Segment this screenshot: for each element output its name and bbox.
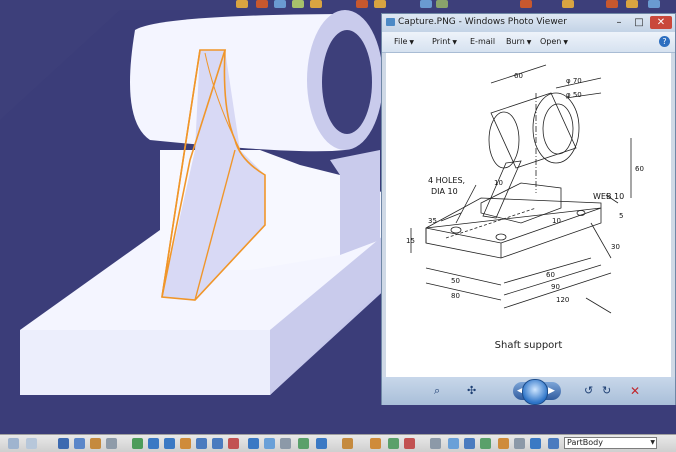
- top-toolbar-strip: [0, 0, 676, 10]
- chevron-down-icon: ▼: [526, 39, 532, 46]
- toolbar-icon[interactable]: [548, 438, 559, 449]
- toolbar-icon[interactable]: [256, 0, 268, 8]
- toolbar-icon[interactable]: [388, 438, 399, 449]
- viewer-title: Capture.PNG - Windows Photo Viewer: [398, 17, 567, 27]
- dimension-label: φ 50: [566, 91, 582, 99]
- toolbar-icon[interactable]: [420, 0, 432, 8]
- viewer-menubar: File ▼ Print ▼ E-mail Burn ▼ Open ▼ ?: [382, 32, 675, 53]
- toolbar-icon[interactable]: [196, 438, 207, 449]
- chevron-down-icon: ▼: [452, 39, 458, 46]
- toolbar-icon[interactable]: [180, 438, 191, 449]
- toolbar-icon[interactable]: [514, 438, 525, 449]
- bottom-toolbar: PartBody ▼: [0, 434, 676, 452]
- toolbar-icon[interactable]: [356, 0, 368, 8]
- toolbar-icon[interactable]: [480, 438, 491, 449]
- menu-email[interactable]: E-mail: [470, 37, 495, 46]
- rotate-cw-icon[interactable]: ↻: [602, 385, 611, 397]
- toolbar-icon[interactable]: [648, 0, 660, 8]
- toolbar-icon[interactable]: [520, 0, 532, 8]
- toolbar-icon[interactable]: [248, 438, 259, 449]
- toolbar-icon[interactable]: [264, 438, 275, 449]
- dimension-label: φ 70: [566, 77, 582, 85]
- chevron-down-icon: ▼: [650, 439, 655, 446]
- toolbar-icon[interactable]: [342, 438, 353, 449]
- toolbar-icon[interactable]: [374, 0, 386, 8]
- toolbar-icon[interactable]: [626, 0, 638, 8]
- technical-drawing: 60 φ 70 φ 50 60 10 10 5 35 15 30 50 80 6…: [406, 64, 644, 314]
- part-body-select[interactable]: PartBody ▼: [564, 437, 657, 449]
- dimension-label: 10: [552, 217, 561, 225]
- actual-size-icon[interactable]: ✣: [467, 385, 476, 397]
- toolbar-icon[interactable]: [436, 0, 448, 8]
- dimension-label: 60: [546, 271, 555, 279]
- toolbar-icon[interactable]: [228, 438, 239, 449]
- dimension-label: 60: [514, 72, 523, 80]
- holes-note: 4 HOLES,: [428, 176, 465, 185]
- menu-burn[interactable]: Burn ▼: [506, 37, 531, 46]
- dimension-label: 5: [619, 212, 623, 220]
- help-icon[interactable]: ?: [659, 36, 670, 47]
- toolbar-icon[interactable]: [316, 438, 327, 449]
- slideshow-button[interactable]: [522, 379, 548, 405]
- toolbar-icon[interactable]: [404, 438, 415, 449]
- toolbar-icon[interactable]: [606, 0, 618, 8]
- toolbar-icon[interactable]: [280, 438, 291, 449]
- image-display[interactable]: 60 φ 70 φ 50 60 10 10 5 35 15 30 50 80 6…: [386, 53, 671, 377]
- toolbar-icon[interactable]: [212, 438, 223, 449]
- toolbar-icon[interactable]: [370, 438, 381, 449]
- dimension-label: 15: [406, 237, 415, 245]
- next-icon[interactable]: ▶: [548, 385, 555, 397]
- zoom-icon[interactable]: ⌕: [434, 385, 440, 397]
- toolbar-icon[interactable]: [298, 438, 309, 449]
- close-button[interactable]: ✕: [650, 16, 672, 29]
- toolbar-icon[interactable]: [26, 438, 37, 449]
- holes-note: DIA 10: [431, 187, 458, 196]
- dimension-label: 120: [556, 296, 569, 304]
- dimension-label: 80: [451, 292, 460, 300]
- toolbar-icon[interactable]: [106, 438, 117, 449]
- drawing-caption: Shaft support: [494, 340, 563, 351]
- toolbar-icon[interactable]: [164, 438, 175, 449]
- toolbar-icon[interactable]: [58, 438, 69, 449]
- chevron-down-icon: ▼: [563, 39, 568, 46]
- toolbar-icon[interactable]: [8, 438, 19, 449]
- web-note: WEB 10: [593, 192, 624, 201]
- minimize-button[interactable]: –: [610, 16, 628, 29]
- toolbar-icon[interactable]: [448, 438, 459, 449]
- toolbar-icon[interactable]: [430, 438, 441, 449]
- toolbar-icon[interactable]: [498, 438, 509, 449]
- toolbar-icon[interactable]: [464, 438, 475, 449]
- toolbar-icon[interactable]: [562, 0, 574, 8]
- dimension-label: 30: [611, 243, 620, 251]
- photo-viewer-icon: [386, 18, 395, 26]
- dimension-label: 50: [451, 277, 460, 285]
- viewer-title-bar[interactable]: Capture.PNG - Windows Photo Viewer – □ ✕: [382, 14, 675, 32]
- toolbar-icon[interactable]: [132, 438, 143, 449]
- toolbar-icon[interactable]: [292, 0, 304, 8]
- rotate-ccw-icon[interactable]: ↺: [584, 385, 593, 397]
- toolbar-icon[interactable]: [530, 438, 541, 449]
- menu-file[interactable]: File ▼: [394, 37, 414, 46]
- menu-open[interactable]: Open ▼: [540, 37, 568, 46]
- dimension-label: 60: [635, 165, 644, 173]
- dimension-label: 35: [428, 217, 437, 225]
- viewer-controls: ⌕ ✣ ◀ ▶ ↺ ↻ ✕: [382, 377, 675, 405]
- menu-print[interactable]: Print ▼: [432, 37, 457, 46]
- dimension-label: 90: [551, 283, 560, 291]
- photo-viewer-window[interactable]: Capture.PNG - Windows Photo Viewer – □ ✕…: [381, 13, 676, 405]
- toolbar-icon[interactable]: [236, 0, 248, 8]
- chevron-down-icon: ▼: [409, 39, 415, 46]
- model-shaft-cylinder: [130, 10, 383, 152]
- dimension-label: 10: [494, 179, 503, 187]
- toolbar-icon[interactable]: [90, 438, 101, 449]
- toolbar-icon[interactable]: [74, 438, 85, 449]
- delete-icon[interactable]: ✕: [630, 384, 640, 398]
- toolbar-icon[interactable]: [148, 438, 159, 449]
- toolbar-icon[interactable]: [274, 0, 286, 8]
- toolbar-icon[interactable]: [310, 0, 322, 8]
- maximize-button[interactable]: □: [630, 16, 648, 29]
